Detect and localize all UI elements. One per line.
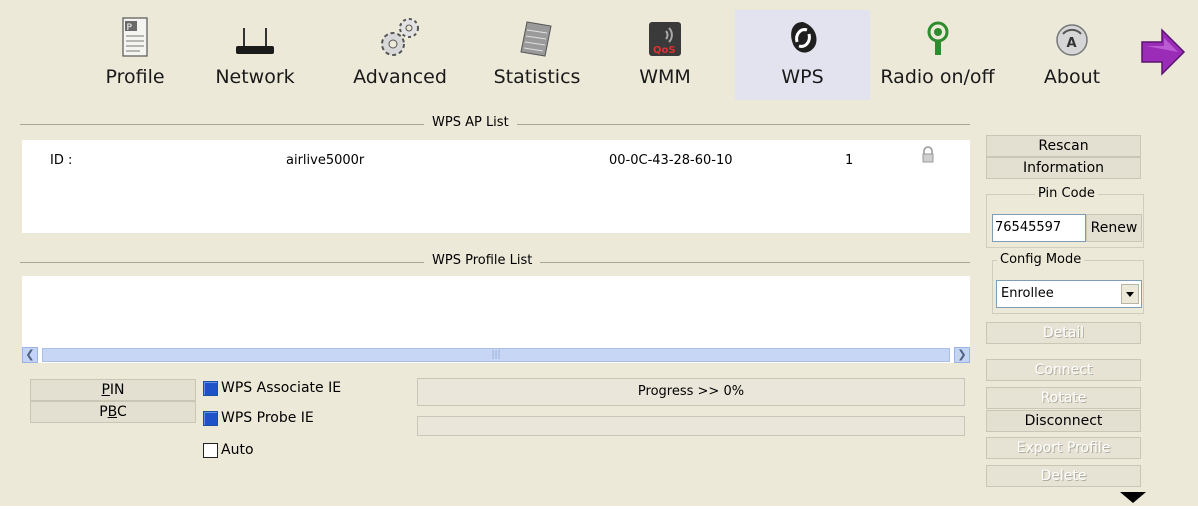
wps-ap-list[interactable]: ID : airlive5000r 00-0C-43-28-60-10 1 bbox=[22, 140, 970, 233]
wps-probe-ie-checkbox[interactable]: WPS Probe IE bbox=[203, 410, 314, 426]
scroll-thumb[interactable]: ||| bbox=[42, 348, 950, 362]
auto-label: Auto bbox=[221, 442, 254, 458]
tab-wps[interactable]: WPS bbox=[735, 10, 870, 100]
tab-profile[interactable]: P Profile bbox=[90, 10, 180, 100]
progress-text: Progress >> 0% bbox=[637, 384, 745, 399]
wps-associate-ie-checkbox[interactable]: WPS Associate IE bbox=[203, 380, 341, 396]
horizontal-scrollbar[interactable]: ❮ ||| ❯ bbox=[22, 347, 970, 363]
tab-wmm[interactable]: QoS WMM bbox=[610, 10, 720, 100]
tab-about-label: About bbox=[1043, 66, 1101, 88]
profile-icon: P bbox=[105, 10, 165, 60]
config-mode-value: Enrollee bbox=[1001, 286, 1054, 301]
pbc-button[interactable]: PBC bbox=[30, 401, 196, 423]
detail-button[interactable]: Detail bbox=[986, 322, 1141, 344]
statistics-icon bbox=[507, 10, 567, 60]
auto-checkbox[interactable]: Auto bbox=[203, 442, 254, 458]
radio-icon bbox=[908, 10, 968, 60]
wps-window: P Profile Network Advanced Statistics Qo… bbox=[0, 0, 1198, 506]
tab-radio[interactable]: Radio on/off bbox=[870, 10, 1005, 100]
tab-radio-label: Radio on/off bbox=[880, 66, 995, 88]
network-icon bbox=[225, 10, 285, 60]
tab-advanced[interactable]: Advanced bbox=[345, 10, 455, 100]
config-mode-select[interactable]: Enrollee bbox=[996, 280, 1142, 308]
tab-statistics[interactable]: Statistics bbox=[482, 10, 592, 100]
lock-icon bbox=[922, 146, 934, 170]
tab-about[interactable]: A About bbox=[1022, 10, 1122, 100]
checkbox-checked bbox=[203, 410, 218, 426]
tab-wps-label: WPS bbox=[781, 66, 824, 88]
ap-ssid: airlive5000r bbox=[286, 153, 365, 168]
disconnect-button[interactable]: Disconnect bbox=[986, 410, 1141, 432]
svg-text:P: P bbox=[127, 23, 133, 33]
scroll-down-icon[interactable] bbox=[1108, 489, 1158, 506]
wps-associate-ie-label: WPS Associate IE bbox=[221, 380, 342, 396]
tab-profile-label: Profile bbox=[105, 66, 165, 88]
rescan-button[interactable]: Rescan bbox=[986, 135, 1141, 157]
pin-code-legend: Pin Code bbox=[1035, 186, 1098, 201]
tab-wmm-label: WMM bbox=[639, 66, 691, 88]
wps-probe-ie-label: WPS Probe IE bbox=[221, 410, 314, 426]
tab-network[interactable]: Network bbox=[210, 10, 300, 100]
progress-text-box: Progress >> 0% bbox=[417, 378, 965, 406]
scroll-right-button[interactable]: ❯ bbox=[954, 347, 970, 363]
ap-list-title: WPS AP List bbox=[424, 115, 517, 130]
tab-network-label: Network bbox=[215, 66, 295, 88]
chevron-down-icon[interactable] bbox=[1121, 284, 1139, 304]
wps-profile-list[interactable] bbox=[22, 276, 970, 347]
next-arrow-icon[interactable] bbox=[1138, 22, 1188, 82]
pin-code-field[interactable]: 76545597 bbox=[992, 214, 1086, 242]
checkbox-unchecked bbox=[203, 442, 218, 458]
table-row[interactable]: ID : airlive5000r 00-0C-43-28-60-10 1 bbox=[22, 140, 970, 180]
checkbox-checked bbox=[203, 380, 218, 396]
delete-button[interactable]: Delete bbox=[986, 465, 1141, 487]
tab-advanced-label: Advanced bbox=[353, 66, 447, 88]
ap-bssid: 00-0C-43-28-60-10 bbox=[609, 153, 733, 168]
tab-statistics-label: Statistics bbox=[493, 66, 581, 88]
svg-text:QoS: QoS bbox=[653, 45, 676, 56]
rotate-button[interactable]: Rotate bbox=[986, 387, 1141, 409]
information-button[interactable]: Information bbox=[986, 157, 1141, 179]
export-profile-button[interactable]: Export Profile bbox=[986, 437, 1141, 459]
toolbar: P Profile Network Advanced Statistics Qo… bbox=[0, 0, 1198, 104]
progress-bar bbox=[417, 416, 965, 436]
config-mode-legend: Config Mode bbox=[997, 252, 1085, 267]
about-icon: A bbox=[1042, 10, 1102, 60]
wmm-icon: QoS bbox=[635, 10, 695, 60]
advanced-icon bbox=[370, 10, 430, 60]
profile-list-title: WPS Profile List bbox=[424, 253, 541, 268]
scroll-left-button[interactable]: ❮ bbox=[22, 347, 38, 363]
ap-channel: 1 bbox=[845, 153, 854, 168]
svg-text:A: A bbox=[1067, 36, 1077, 51]
wps-icon bbox=[773, 10, 833, 60]
connect-button[interactable]: Connect bbox=[986, 359, 1141, 381]
pin-button[interactable]: PIN bbox=[30, 379, 196, 401]
ap-id: ID : bbox=[50, 153, 73, 168]
renew-button[interactable]: Renew bbox=[1086, 214, 1142, 242]
